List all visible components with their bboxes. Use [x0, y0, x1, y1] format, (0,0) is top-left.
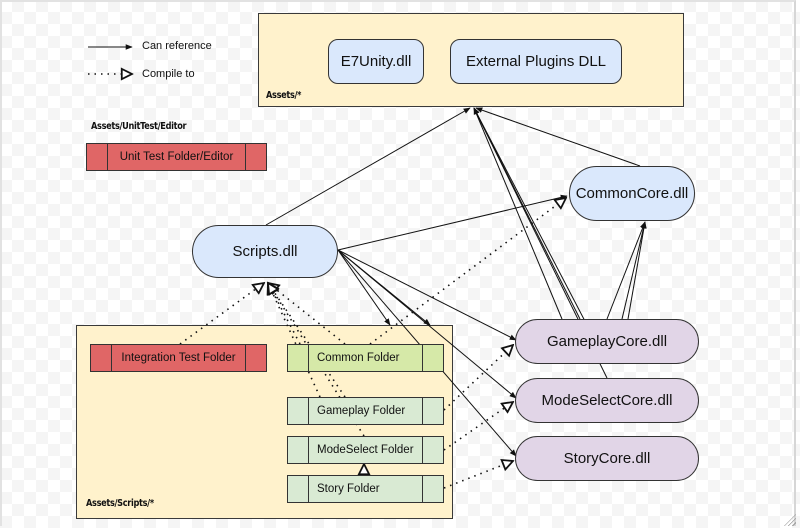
folder-cap-right [422, 345, 443, 371]
folder-cap-left [87, 144, 108, 170]
folder-cap-right [422, 476, 443, 502]
legend-compile-to: Compile to [142, 68, 195, 80]
external-plugins-dll-node[interactable]: External Plugins DLL [450, 39, 622, 84]
e7unity-dll-node[interactable]: E7Unity.dll [328, 39, 424, 84]
integration-test-folder-label: Integration Test Folder [121, 352, 236, 364]
gameplay-folder-label: Gameplay Folder [317, 405, 406, 417]
folder-cap-left [288, 437, 309, 463]
assets-scripts-label: Assets/Scripts/* [86, 498, 154, 509]
gameplaycore-dll-node[interactable]: GameplayCore.dll [515, 319, 699, 364]
folder-cap-right [245, 345, 266, 371]
storycore-dll-node[interactable]: StoryCore.dll [515, 436, 699, 481]
story-folder[interactable]: Story Folder [287, 475, 444, 503]
folder-cap-right [422, 398, 443, 424]
integration-test-folder[interactable]: Integration Test Folder [90, 344, 267, 372]
assets-unittest-label: Assets/UnitTest/Editor [91, 121, 187, 132]
modeselect-folder-label: ModeSelect Folder [317, 444, 414, 456]
story-folder-label: Story Folder [317, 483, 380, 495]
scripts-dll-node[interactable]: Scripts.dll [192, 225, 338, 278]
legend-can-reference: Can reference [142, 40, 212, 52]
common-folder-label: Common Folder [317, 352, 400, 364]
gameplay-folder[interactable]: Gameplay Folder [287, 397, 444, 425]
modeselectcore-dll-node[interactable]: ModeSelectCore.dll [515, 378, 699, 423]
folder-cap-left [288, 345, 309, 371]
folder-cap-left [288, 398, 309, 424]
common-folder[interactable]: Common Folder [287, 344, 444, 372]
folder-cap-right [422, 437, 443, 463]
modeselect-folder[interactable]: ModeSelect Folder [287, 436, 444, 464]
folder-cap-right [245, 144, 266, 170]
commoncore-dll-node[interactable]: CommonCore.dll [569, 166, 695, 221]
folder-cap-left [91, 345, 112, 371]
unit-test-folder-label: Unit Test Folder/Editor [119, 151, 234, 163]
assets-root-label: Assets/* [266, 90, 302, 101]
legend-arrows [88, 44, 144, 86]
unit-test-folder[interactable]: Unit Test Folder/Editor [86, 143, 267, 171]
folder-cap-left [288, 476, 309, 502]
